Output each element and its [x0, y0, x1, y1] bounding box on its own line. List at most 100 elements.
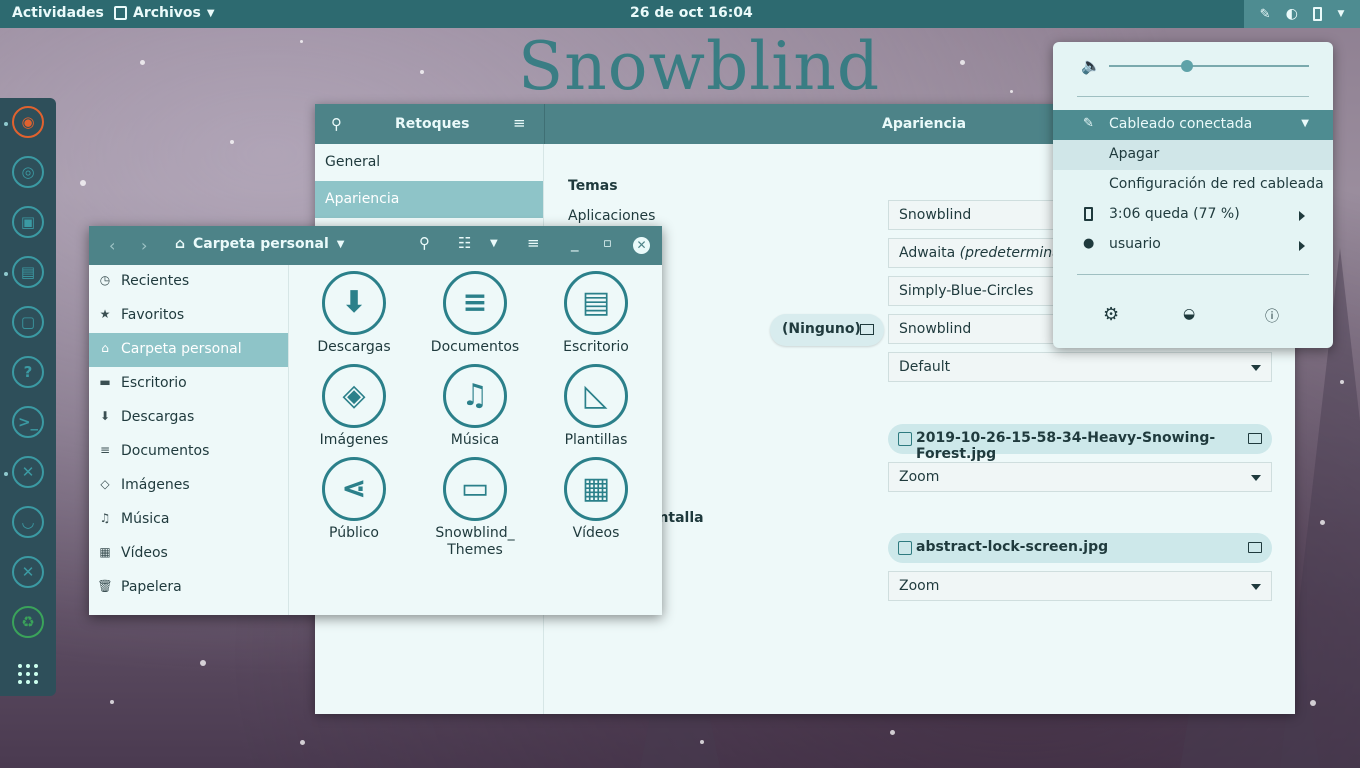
folder-item[interactable]: ▦ Vídeos [536, 449, 656, 541]
user-item[interactable]: ● usuario [1053, 230, 1333, 260]
sidebar-item-label: Documentos [121, 443, 210, 459]
back-icon[interactable]: ‹ [109, 236, 115, 255]
sidebar-item-general[interactable]: General [315, 144, 543, 181]
trash-icon: 🗑 [97, 579, 113, 593]
menu-icon[interactable]: ≡ [513, 114, 526, 132]
system-tray[interactable]: ✎ ◐ ▼ [1244, 0, 1360, 28]
volume-slider[interactable] [1109, 60, 1309, 72]
turn-off-network-item[interactable]: Apagar [1053, 140, 1333, 170]
gedit-icon[interactable]: ◡ [12, 506, 44, 538]
folder-label: Público [329, 525, 379, 541]
folder-item[interactable]: ⋖ Público [294, 449, 414, 541]
battery-icon [1084, 207, 1093, 221]
sidebar-item-label: Escritorio [121, 375, 187, 391]
settings-gear-icon[interactable]: ⚙ [1103, 304, 1119, 325]
lock-adjust-select[interactable]: Zoom [888, 571, 1272, 601]
select-value: Snowblind [899, 207, 972, 223]
battery-icon [1313, 7, 1323, 21]
sidebar-item-download[interactable]: ⬇ Descargas [89, 401, 288, 435]
sidebar-item-label: Descargas [121, 409, 195, 425]
folder-glyph: ♫ [461, 378, 489, 413]
folder-label: Imágenes [319, 432, 389, 448]
forward-icon[interactable]: › [141, 236, 147, 255]
close-icon[interactable]: ✕ [633, 237, 650, 254]
chevron-right-icon [1299, 211, 1305, 221]
folder-item[interactable]: ▤ Escritorio [536, 263, 656, 355]
lock-image-button[interactable]: abstract-lock-screen.jpg [888, 533, 1272, 563]
sound-theme-select[interactable]: Default [888, 352, 1272, 382]
search-icon[interactable]: ⚲ [331, 115, 342, 133]
sidebar-item-music[interactable]: ♫ Música [89, 503, 288, 537]
rhythmbox-icon[interactable]: ◎ [12, 156, 44, 188]
network-label: Cableado conectada [1109, 116, 1253, 132]
background-adjust-select[interactable]: Zoom [888, 462, 1272, 492]
recycle-icon[interactable]: ♻ [12, 606, 44, 638]
image-file-icon [898, 541, 912, 555]
desktop-folder-icon: ▤ [564, 271, 628, 335]
sidebar-item-label: Recientes [121, 273, 190, 289]
select-value: Default [899, 359, 951, 375]
folder-glyph: ◈ [342, 378, 366, 413]
wired-settings-label: Configuración de red cableada [1109, 176, 1324, 192]
sidebar-item-document[interactable]: ≡ Documentos [89, 435, 288, 469]
folder-item[interactable]: ◈ Imágenes [294, 356, 414, 448]
view-list-icon[interactable]: ☷ [458, 234, 471, 252]
folder-label: Escritorio [563, 339, 629, 355]
sidebar-item-appearance[interactable]: Apariencia [315, 181, 543, 218]
show-apps-icon[interactable] [18, 664, 38, 684]
search-icon[interactable]: ⚲ [419, 234, 430, 252]
software-icon[interactable]: ▢ [12, 306, 44, 338]
sidebar-item-clock[interactable]: ◷ Recientes [89, 265, 288, 299]
folder-glyph: ⋖ [341, 471, 367, 506]
public-folder-icon: ⋖ [322, 457, 386, 521]
sidebar-item-trash[interactable]: 🗑 Papelera [89, 571, 288, 605]
app-menu[interactable]: Archivos ▼ [114, 5, 215, 21]
background-image-name: 2019-10-26-15-58-34-Heavy-Snowing-Forest… [916, 430, 1216, 462]
sidebar-item-star[interactable]: ★ Favoritos [89, 299, 288, 333]
minimize-icon[interactable]: _ [571, 234, 579, 252]
firefox-icon[interactable]: ◉ [12, 106, 44, 138]
sidebar-item-desktop[interactable]: ▬ Escritorio [89, 367, 288, 401]
chevron-down-icon[interactable]: ▼ [490, 238, 498, 249]
folder-glyph: ≡ [462, 285, 488, 320]
files-icon[interactable]: ▤ [12, 256, 44, 288]
folder-item[interactable]: ♫ Música [415, 356, 535, 448]
folder-glyph: ▦ [581, 471, 611, 506]
star-icon: ★ [99, 307, 111, 321]
network-item[interactable]: ✎ Cableado conectada ▼ [1053, 110, 1333, 140]
terminal-icon[interactable]: >_ [12, 406, 44, 438]
music-icon: ♫ [99, 511, 111, 525]
camera-icon[interactable]: ▣ [12, 206, 44, 238]
folder-item[interactable]: ◺ Plantillas [536, 356, 656, 448]
menu-icon[interactable]: ≡ [527, 234, 540, 252]
power-info-icon[interactable]: ⓘ [1265, 306, 1279, 326]
sidebar-item-home[interactable]: ⌂ Carpeta personal [89, 333, 288, 367]
clock[interactable]: 26 de oct 16:04 [630, 5, 753, 21]
chevron-down-icon: ▼ [1301, 118, 1309, 129]
lock-image-name: abstract-lock-screen.jpg [916, 539, 1109, 555]
wired-settings-item[interactable]: Configuración de red cableada [1053, 170, 1333, 200]
folder-item[interactable]: ≡ Documentos [415, 263, 535, 355]
select-value: Simply-Blue-Circles [899, 283, 1034, 299]
activities-button[interactable]: Actividades [12, 5, 104, 21]
folder-item[interactable]: ▭ Snowblind_ Themes [415, 449, 535, 559]
top-bar: Actividades Archivos ▼ 26 de oct 16:04 ✎… [0, 0, 1360, 28]
volume-slider-knob[interactable] [1181, 60, 1193, 72]
lock-orientation-icon[interactable]: ◒ [1183, 306, 1195, 322]
folder-label: Plantillas [564, 432, 628, 448]
folder-item[interactable]: ⬇ Descargas [294, 263, 414, 355]
sidebar-item-label: Imágenes [121, 477, 190, 493]
maximize-icon[interactable]: ▫ [603, 236, 612, 251]
sidebar-item-video[interactable]: ▦ Vídeos [89, 537, 288, 571]
sidebar-item-image[interactable]: ◇ Imágenes [89, 469, 288, 503]
battery-item[interactable]: 3:06 queda (77 %) [1053, 200, 1333, 230]
help-icon[interactable]: ? [12, 356, 44, 388]
files-grid: ⬇ Descargas ≡ Documentos ▤ Escritorio ◈ Imágene… [290, 265, 662, 615]
background-image-button[interactable]: 2019-10-26-15-58-34-Heavy-Snowing-Forest… [888, 424, 1272, 462]
tweaks-icon[interactable]: ✕ [12, 456, 44, 488]
select-value: Adwaita [899, 245, 960, 261]
settings-tools-icon[interactable]: ✕ [12, 556, 44, 588]
shell-theme-file-button[interactable]: (Ninguno) [770, 314, 884, 346]
path-bar[interactable]: ⌂ Carpeta personal ▼ [175, 236, 344, 252]
sidebar-item-label: Vídeos [121, 545, 168, 561]
